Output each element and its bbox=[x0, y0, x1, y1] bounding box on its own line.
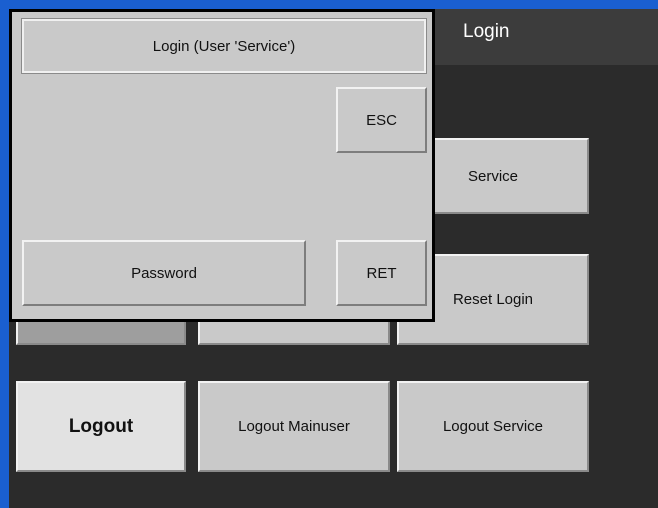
dialog-title: Login (User 'Service') bbox=[21, 18, 427, 74]
page-title: Login bbox=[463, 21, 510, 42]
login-dialog: Login (User 'Service') ESC Password RET bbox=[9, 9, 435, 322]
logout-mainuser-button-label: Logout Mainuser bbox=[238, 418, 350, 435]
esc-button-label: ESC bbox=[366, 111, 397, 129]
password-field[interactable]: Password bbox=[22, 240, 306, 306]
window-frame-left bbox=[0, 0, 9, 508]
esc-button[interactable]: ESC bbox=[336, 87, 427, 153]
logout-button[interactable]: Logout bbox=[16, 381, 186, 472]
reset-login-button-label: Reset Login bbox=[452, 291, 534, 308]
ret-button-label: RET bbox=[366, 264, 397, 282]
logout-service-button[interactable]: Logout Service bbox=[397, 381, 589, 472]
window-frame-top bbox=[0, 0, 658, 9]
login-screen: Login Service Reset Login Logout Logout … bbox=[9, 9, 658, 508]
logout-mainuser-button[interactable]: Logout Mainuser bbox=[198, 381, 390, 472]
logout-service-button-label: Logout Service bbox=[442, 418, 544, 435]
ret-button[interactable]: RET bbox=[336, 240, 427, 306]
password-field-label: Password bbox=[131, 264, 197, 282]
service-button-label: Service bbox=[467, 167, 519, 185]
logout-button-label: Logout bbox=[68, 415, 134, 437]
